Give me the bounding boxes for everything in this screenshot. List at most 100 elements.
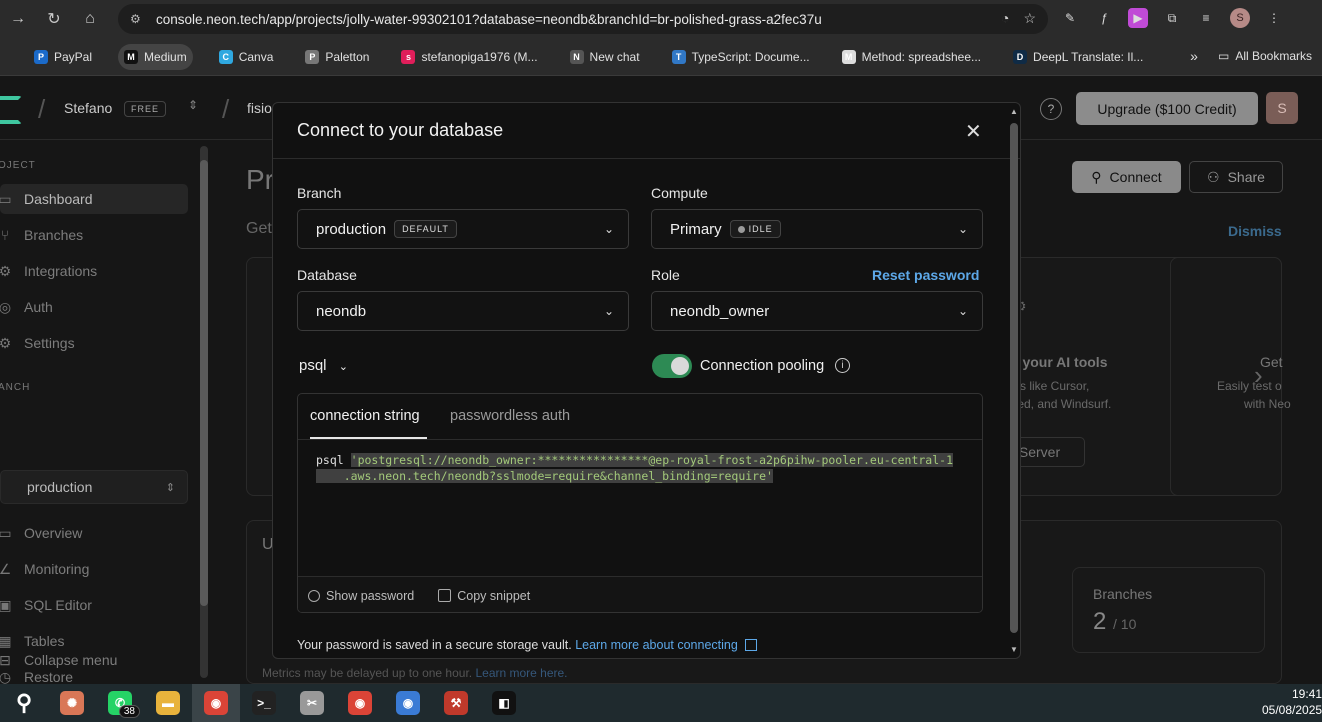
chevron-down-icon: ⌄: [603, 304, 614, 318]
tool-icon: ⚒: [444, 691, 468, 715]
bookmark-item[interactable]: T TypeScript: Docume...: [666, 44, 816, 70]
taskbar-whatsapp[interactable]: ✆ 38: [96, 684, 144, 722]
reload-icon[interactable]: ↻: [36, 0, 72, 38]
modal-header: Connect to your database ✕: [273, 103, 1020, 159]
external-link-icon[interactable]: [745, 639, 758, 651]
branches-label: Branches: [1093, 586, 1153, 602]
taskbar-chrome-alt[interactable]: ◉: [384, 684, 432, 722]
address-bar[interactable]: ⚙ console.neon.tech/app/projects/jolly-w…: [118, 4, 1048, 34]
taskbar-terminal[interactable]: >_: [240, 684, 288, 722]
client-select[interactable]: psql ⌄: [299, 357, 348, 374]
share-button[interactable]: ⚇ Share: [1189, 161, 1283, 193]
sidebar-item-dashboard[interactable]: ▭ Dashboard: [0, 184, 188, 214]
sidebar-item-overview[interactable]: ▭ Overview: [0, 518, 188, 548]
compute-label: Compute: [651, 185, 708, 201]
org-switcher-icon[interactable]: ⇕: [188, 98, 198, 112]
taskbar-snipping[interactable]: ✂: [288, 684, 336, 722]
connect-button[interactable]: ⚲ Connect: [1072, 161, 1181, 193]
sidebar-item-settings[interactable]: ⚙ Settings: [0, 328, 188, 358]
formula-extension-icon[interactable]: ƒ: [1094, 8, 1114, 28]
taskbar-tool[interactable]: ⚒: [432, 684, 480, 722]
sidebar-item-auth[interactable]: ◎ Auth: [0, 292, 188, 322]
collapse-menu-button[interactable]: ⊟ Collapse menu: [0, 645, 188, 675]
taskbar-search[interactable]: ⚲: [0, 684, 48, 722]
compute-select[interactable]: Primary IDLE ⌄: [651, 209, 983, 249]
taskbar-claude[interactable]: ✺: [48, 684, 96, 722]
dismiss-link[interactable]: Dismiss: [1228, 223, 1282, 239]
bookmark-item[interactable]: N New chat: [564, 44, 646, 70]
reset-password-link[interactable]: Reset password: [872, 267, 979, 283]
more-bookmarks-icon[interactable]: »: [1190, 48, 1198, 64]
bookmark-star-icon[interactable]: ☆: [1023, 10, 1036, 27]
connection-string-code[interactable]: psql 'postgresql://neondb_owner:********…: [316, 452, 953, 484]
close-icon[interactable]: ✕: [965, 119, 982, 144]
paypal-icon: P: [34, 49, 48, 64]
info-icon[interactable]: i: [835, 358, 850, 373]
org-name[interactable]: Stefano: [64, 100, 112, 116]
taskbar-chrome[interactable]: ◉: [192, 684, 240, 722]
purple-extension-icon[interactable]: ▶: [1128, 8, 1148, 28]
medium-icon: M: [124, 49, 139, 64]
branch-section-title: ANCH: [0, 382, 31, 393]
database-label: Database: [297, 267, 357, 283]
role-select[interactable]: neondb_owner ⌄: [651, 291, 983, 331]
performance-icon[interactable]: ◔: [1001, 10, 1009, 27]
user-avatar[interactable]: S: [1266, 92, 1298, 124]
bookmark-item[interactable]: D DeepL Translate: Il...: [1007, 44, 1149, 70]
code-footer: Show password Copy snippet: [298, 576, 982, 612]
sidebar-item-branches[interactable]: ⑂ Branches: [0, 220, 188, 250]
bookmark-item[interactable]: M Method: spreadshee...: [836, 44, 987, 70]
bookmark-item[interactable]: C Canva: [213, 44, 280, 70]
updown-icon: ⇕: [165, 481, 175, 494]
sidebar-scrollbar[interactable]: [200, 146, 208, 678]
connection-tabs: connection string passwordless auth: [298, 394, 982, 440]
bookmark-item[interactable]: P Paletton: [299, 44, 375, 70]
upgrade-button[interactable]: Upgrade ($100 Credit): [1076, 92, 1258, 125]
forward-icon[interactable]: →: [0, 0, 36, 38]
plan-badge: FREE: [124, 101, 167, 117]
separator: /: [38, 94, 46, 124]
learn-more-link[interactable]: Learn more here.: [475, 666, 567, 680]
all-bookmarks[interactable]: ▭ All Bookmarks: [1218, 49, 1312, 63]
chevron-down-icon: ⌄: [957, 304, 968, 318]
toggle-icon: [308, 589, 320, 602]
taskbar-file-explorer[interactable]: ▬: [144, 684, 192, 722]
sidebar-item-sql-editor[interactable]: ▣ SQL Editor: [0, 590, 188, 620]
modal-scrollbar[interactable]: ▲ ▼: [1008, 107, 1020, 657]
active-tab-indicator: [310, 437, 427, 439]
dashboard-icon: ▭: [0, 190, 12, 207]
help-icon[interactable]: ?: [1040, 98, 1062, 120]
connection-pooling-toggle[interactable]: [652, 354, 692, 378]
taskbar-box[interactable]: ◧: [480, 684, 528, 722]
search-icon: ⚲: [15, 690, 33, 715]
learn-more-connecting-link[interactable]: Learn more about connecting: [575, 638, 738, 652]
bookmark-item[interactable]: s stefanopiga1976 (M...: [395, 44, 543, 70]
connect-modal: Connect to your database ✕ Branch produc…: [272, 102, 1021, 659]
pen-extension-icon[interactable]: ✎: [1060, 8, 1080, 28]
branch-select[interactable]: production DEFAULT ⌄: [297, 209, 629, 249]
extensions-icon[interactable]: ⧉: [1162, 8, 1182, 28]
carousel-next-icon[interactable]: ›: [1254, 360, 1263, 391]
project-name[interactable]: fisio: [247, 100, 272, 116]
system-clock[interactable]: 19:41 05/08/2025: [1262, 686, 1322, 718]
branch-selector[interactable]: production ⇕: [0, 470, 188, 504]
media-icon[interactable]: ≡: [1196, 8, 1216, 28]
bookmark-item[interactable]: M Medium: [118, 43, 193, 70]
tab-connection-string[interactable]: connection string: [310, 408, 420, 424]
tab-passwordless-auth[interactable]: passwordless auth: [450, 408, 570, 424]
sidebar-item-monitoring[interactable]: ∠ Monitoring: [0, 554, 188, 584]
home-icon[interactable]: ⌂: [72, 0, 108, 38]
taskbar-chrome-profile[interactable]: ◉: [336, 684, 384, 722]
menu-icon[interactable]: ⋮: [1264, 8, 1284, 28]
bookmark-item[interactable]: P PayPal: [28, 44, 98, 70]
sidebar-item-integrations[interactable]: ⚙ Integrations: [0, 256, 188, 286]
branch-icon: ⑂: [0, 227, 10, 243]
branches-value: 2 / 10: [1093, 608, 1137, 635]
copy-snippet-button[interactable]: Copy snippet: [438, 589, 530, 603]
profile-avatar[interactable]: S: [1230, 8, 1250, 28]
show-password-toggle[interactable]: Show password: [308, 589, 414, 603]
site-info-icon[interactable]: ⚙: [130, 12, 148, 26]
database-select[interactable]: neondb ⌄: [297, 291, 629, 331]
folder-icon: ▭: [1217, 49, 1230, 63]
neon-logo-icon[interactable]: [0, 96, 22, 124]
